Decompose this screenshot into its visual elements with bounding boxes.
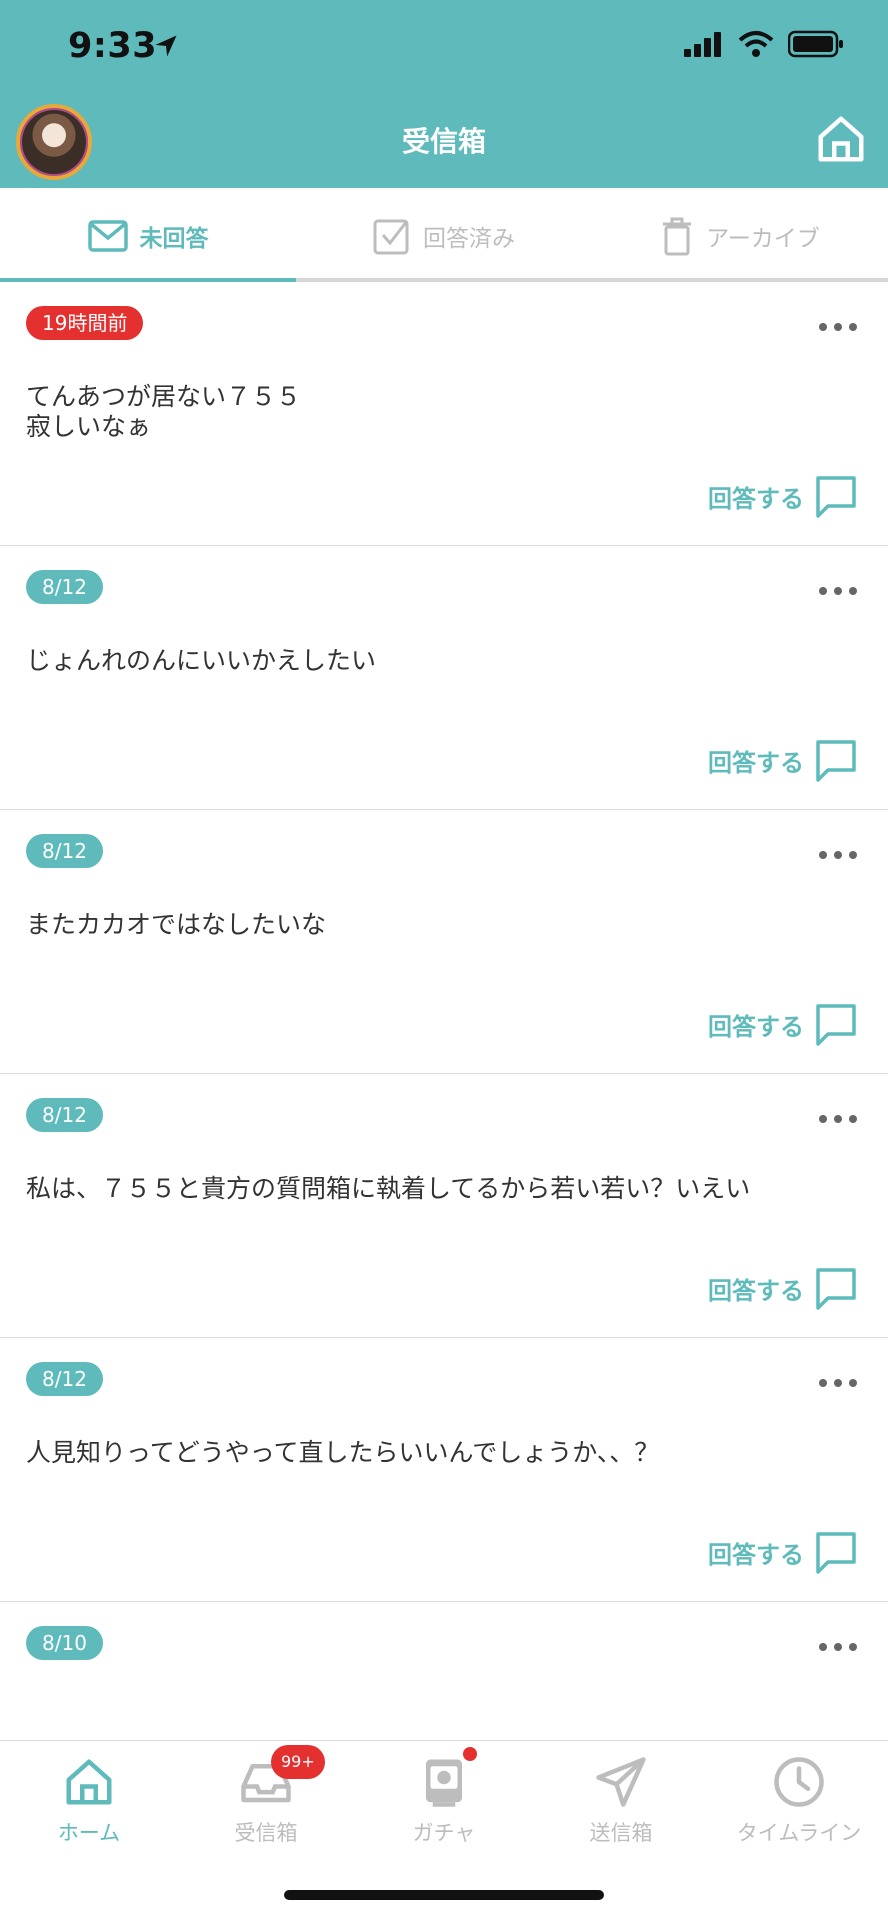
location-arrow-icon xyxy=(155,35,177,57)
question-text: またカカオではなしたいな xyxy=(26,910,327,939)
inbox-tabs: 未回答 回答済み アーカイブ xyxy=(0,188,888,284)
date-badge: 8/12 xyxy=(26,834,103,868)
nav-outbox[interactable]: 送信箱 xyxy=(532,1741,710,1861)
more-options-icon[interactable] xyxy=(818,1114,858,1124)
date-badge: 8/12 xyxy=(26,1098,103,1132)
nav-home[interactable]: ホーム xyxy=(0,1741,178,1861)
tab-label: アーカイブ xyxy=(706,226,820,252)
home-icon[interactable] xyxy=(814,112,868,166)
nav-label: ホーム xyxy=(57,1821,121,1845)
gacha-icon xyxy=(426,1759,462,1807)
battery-icon xyxy=(788,30,843,58)
question-card[interactable]: 8/12 またカカオではなしたいな 回答する xyxy=(0,810,888,1074)
trash-icon xyxy=(663,217,692,256)
more-options-icon[interactable] xyxy=(818,1642,858,1652)
tab-answered[interactable]: 回答済み xyxy=(296,188,592,284)
tab-unanswered[interactable]: 未回答 xyxy=(0,188,296,284)
speech-bubble-icon xyxy=(816,1268,856,1310)
home-indicator xyxy=(284,1890,604,1900)
question-card[interactable]: 8/12 私は、７５５と貴方の質問箱に執着してるから若い若い？いえい 回答する xyxy=(0,1074,888,1338)
date-badge: 19時間前 xyxy=(26,306,144,340)
answer-label: 回答する xyxy=(708,484,804,513)
answer-button[interactable]: 回答する xyxy=(708,1002,858,1046)
nav-inbox[interactable]: 受信箱 99+ xyxy=(177,1741,355,1861)
question-text: てんあつが居ない７５５ 寂しいなぁ xyxy=(26,382,302,441)
question-text: 私は、７５５と貴方の質問箱に執着してるから若い若い？いえい xyxy=(26,1174,751,1203)
checkbox-icon xyxy=(373,219,409,255)
question-text: じょんれのんにいいかえしたい xyxy=(26,646,377,675)
answer-button[interactable]: 回答する xyxy=(708,738,858,782)
wifi-icon xyxy=(738,31,774,57)
page-title: 受信箱 xyxy=(401,125,486,158)
status-time: 9:33 xyxy=(68,26,158,66)
speech-bubble-icon xyxy=(816,476,856,518)
nav-label: 送信箱 xyxy=(589,1821,653,1845)
answer-button[interactable]: 回答する xyxy=(708,1530,858,1574)
answer-label: 回答する xyxy=(708,1540,804,1569)
home-icon xyxy=(66,1759,112,1805)
nav-label: 受信箱 xyxy=(234,1821,298,1845)
nav-label: タイムライン xyxy=(736,1821,862,1845)
mail-icon xyxy=(87,220,128,252)
notification-dot xyxy=(463,1747,477,1761)
speech-bubble-icon xyxy=(816,1532,856,1574)
tab-archive[interactable]: アーカイブ xyxy=(592,188,888,284)
more-options-icon[interactable] xyxy=(818,322,858,332)
question-card[interactable]: 8/12 じょんれのんにいいかえしたい 回答する xyxy=(0,546,888,810)
question-card[interactable]: 19時間前 てんあつが居ない７５５ 寂しいなぁ 回答する xyxy=(0,282,888,546)
nav-gacha[interactable]: ガチャ xyxy=(355,1741,533,1861)
more-options-icon[interactable] xyxy=(818,1378,858,1388)
date-badge: 8/10 xyxy=(26,1626,103,1660)
more-options-icon[interactable] xyxy=(818,586,858,596)
more-options-icon[interactable] xyxy=(818,850,858,860)
question-text: 人見知りってどうやって直したらいいんでしょうか、、？ xyxy=(26,1438,660,1467)
speech-bubble-icon xyxy=(816,740,856,782)
tab-label: 回答済み xyxy=(423,226,515,252)
send-icon xyxy=(596,1757,646,1807)
speech-bubble-icon xyxy=(816,1004,856,1046)
answer-button[interactable]: 回答する xyxy=(708,474,858,518)
nav-label: ガチャ xyxy=(412,1821,476,1845)
answer-label: 回答する xyxy=(708,1276,804,1305)
app-header: 9:33 受信箱 xyxy=(0,0,888,188)
signal-icon xyxy=(684,32,721,57)
tab-label: 未回答 xyxy=(139,226,209,252)
inbox-count-badge: 99+ xyxy=(271,1745,325,1779)
date-badge: 8/12 xyxy=(26,1362,103,1396)
status-indicators xyxy=(684,30,844,58)
answer-label: 回答する xyxy=(708,1012,804,1041)
date-badge: 8/12 xyxy=(26,570,103,604)
clock-icon xyxy=(774,1757,824,1807)
answer-button[interactable]: 回答する xyxy=(708,1266,858,1310)
answer-label: 回答する xyxy=(708,748,804,777)
question-card[interactable]: 8/12 人見知りってどうやって直したらいいんでしょうか、、？ 回答する xyxy=(0,1338,888,1602)
question-list: 19時間前 てんあつが居ない７５５ 寂しいなぁ 回答する 8/12 じょんれのん… xyxy=(0,282,888,1866)
nav-timeline[interactable]: タイムライン xyxy=(710,1741,888,1861)
